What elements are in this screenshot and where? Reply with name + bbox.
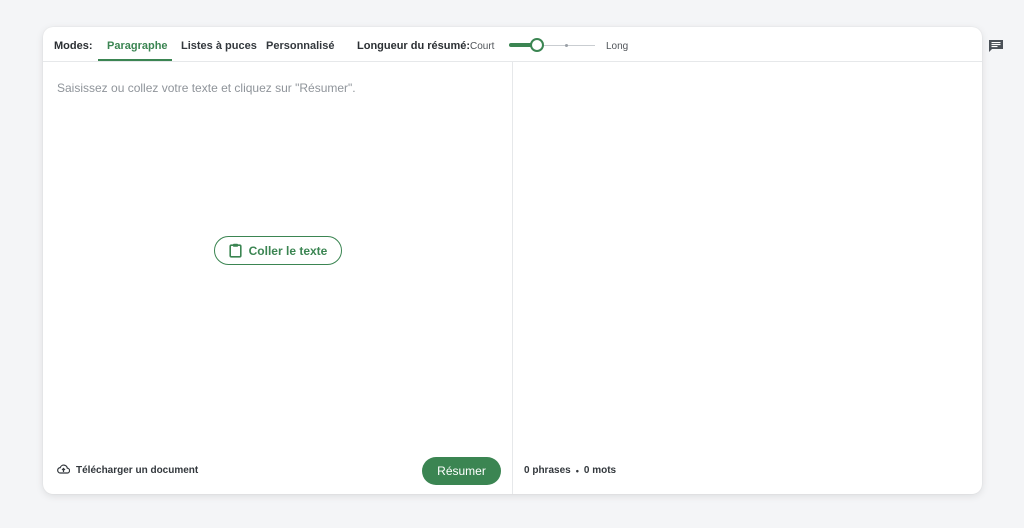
tab-paragraph[interactable]: Paragraphe: [107, 40, 168, 52]
clipboard-icon: [229, 243, 242, 258]
paste-text-button[interactable]: Coller le texte: [214, 236, 342, 265]
stats-separator: •: [575, 465, 579, 476]
length-slider-thumb[interactable]: [530, 38, 544, 52]
length-slider-tick: [565, 44, 568, 47]
mode-toolbar: Modes: Paragraphe Listes à puces Personn…: [43, 27, 982, 62]
summarize-button[interactable]: Résumer: [422, 457, 501, 485]
input-textarea[interactable]: Saisissez ou collez votre texte et cliqu…: [57, 81, 356, 95]
length-long-label: Long: [606, 41, 629, 52]
modes-label: Modes:: [54, 40, 93, 52]
summary-length-label: Longueur du résumé:: [357, 40, 471, 52]
paste-text-label: Coller le texte: [248, 243, 328, 258]
upload-document-label: Télécharger un document: [76, 465, 199, 476]
cloud-upload-icon: [57, 464, 71, 477]
summarizer-card: Modes: Paragraphe Listes à puces Personn…: [43, 27, 982, 494]
word-count: 0 mots: [583, 465, 617, 476]
tab-bullet-list[interactable]: Listes à puces: [181, 40, 257, 52]
active-tab-indicator: [98, 59, 172, 61]
length-short-label: Court: [470, 41, 495, 52]
panel-divider: [512, 62, 513, 494]
upload-document-link[interactable]: Télécharger un document: [57, 464, 198, 477]
sentence-count: 0 phrases: [524, 465, 571, 476]
chat-feedback-icon[interactable]: [988, 39, 1004, 53]
tab-custom[interactable]: Personnalisé: [266, 40, 334, 52]
output-stats: 0 phrases • 0 mots: [524, 465, 616, 476]
